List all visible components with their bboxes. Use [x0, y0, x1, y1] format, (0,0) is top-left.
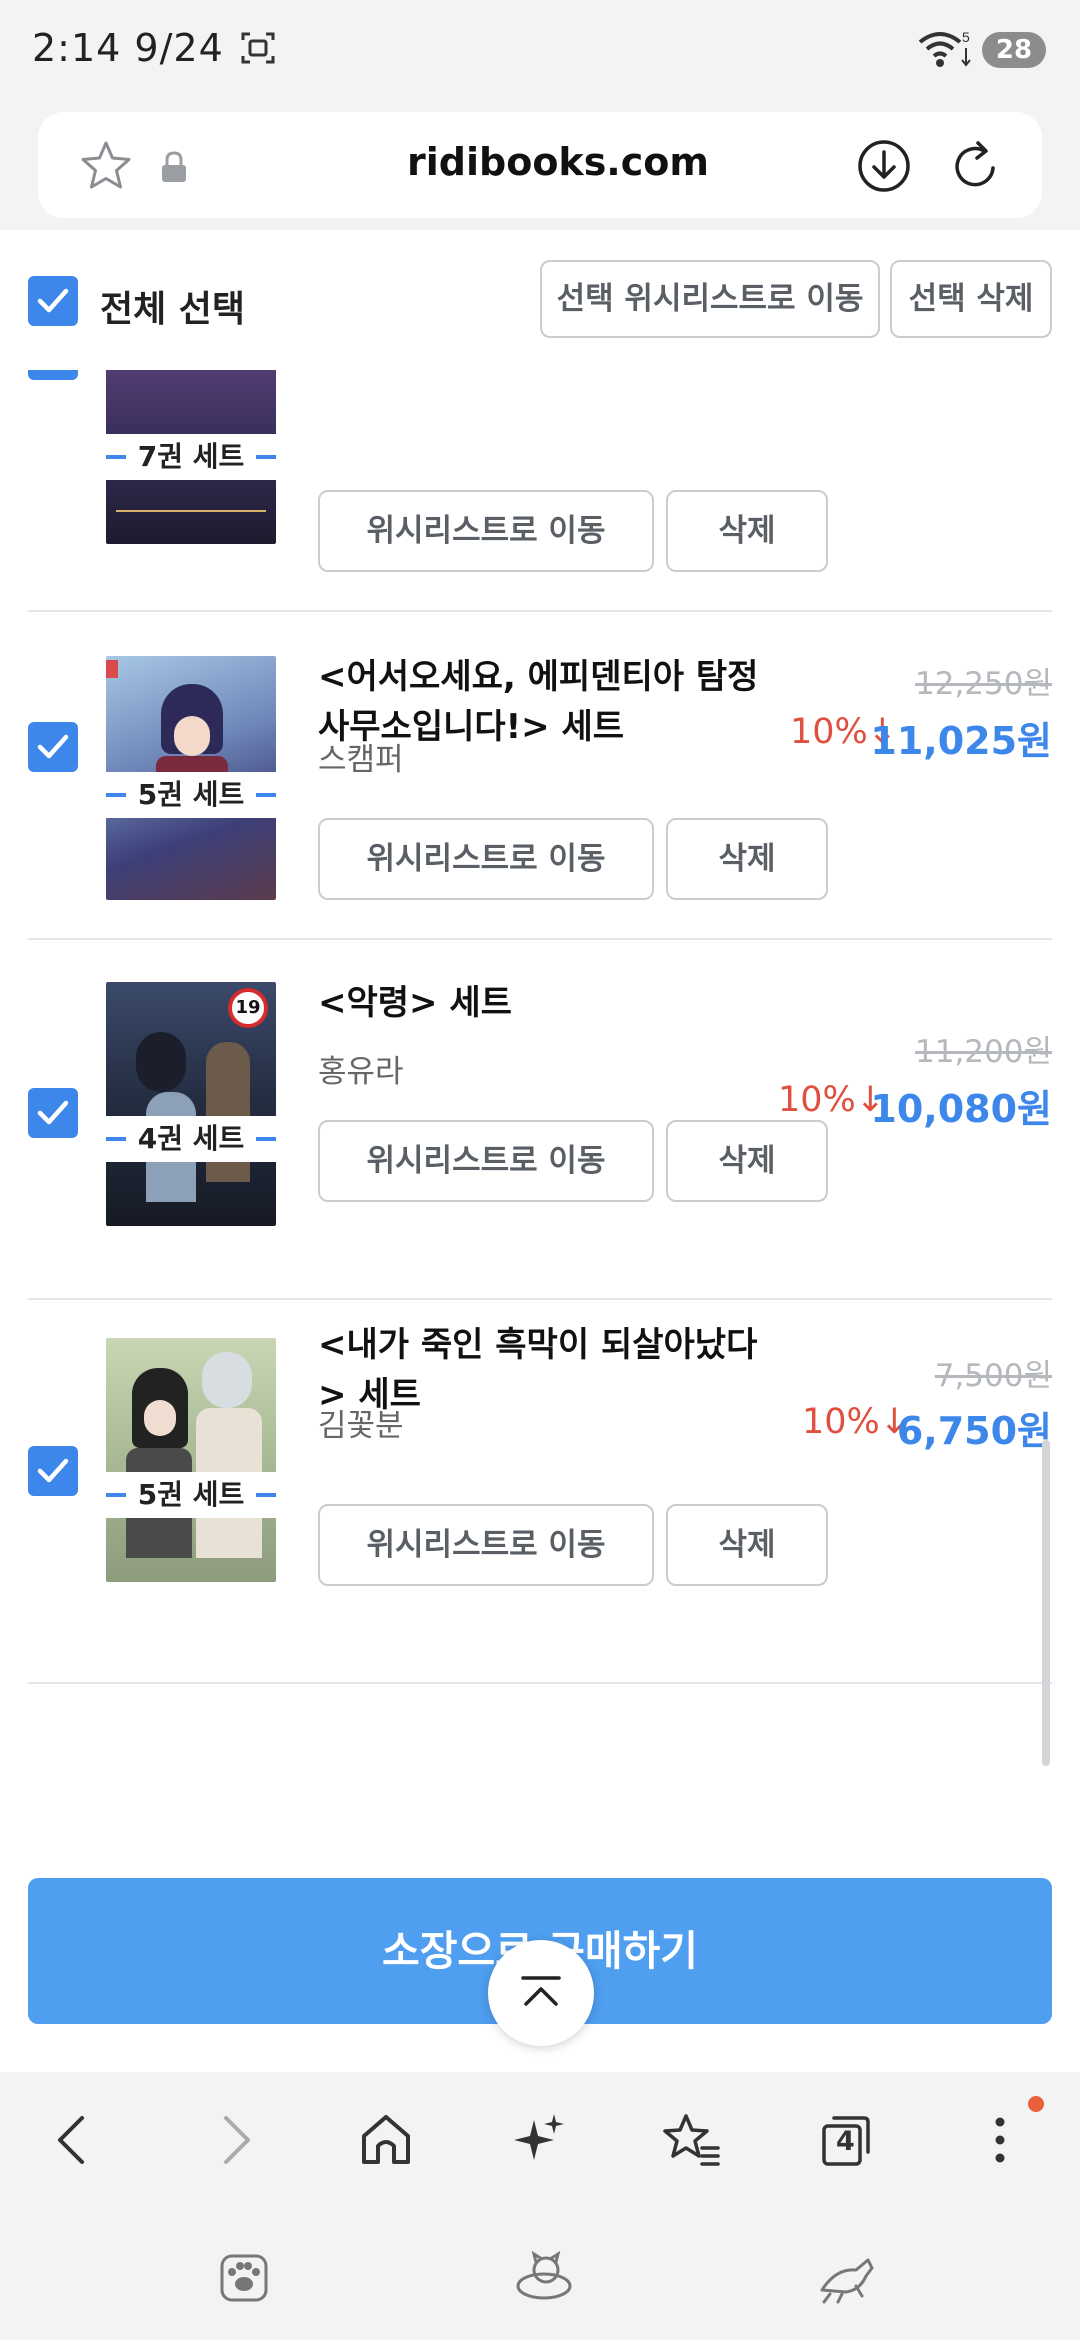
book-author[interactable]: 김꽃분 — [318, 1400, 404, 1445]
set-badge: 4권 세트 — [106, 1116, 276, 1162]
sale-price: 6,750원 — [896, 1409, 1052, 1453]
select-all-checkbox[interactable] — [28, 276, 78, 326]
divider — [28, 1682, 1052, 1684]
bookmark-star-icon[interactable] — [78, 138, 134, 194]
item-checkbox[interactable] — [28, 1446, 78, 1496]
cart-item: 19 4권 세트 <악령> 세트 홍유라 11,200원 10%↓ 10,080… — [0, 940, 1080, 1300]
check-icon — [37, 288, 69, 313]
age-rating-badge: 19 — [228, 988, 268, 1028]
bookmarks-icon[interactable] — [662, 2110, 722, 2170]
lock-icon — [162, 151, 186, 182]
paw-icon[interactable] — [212, 2246, 276, 2306]
delete-button[interactable]: 삭제 — [666, 1504, 828, 1586]
wifi-icon: 5 — [918, 29, 971, 67]
scroll-to-top-button[interactable] — [488, 1940, 594, 2046]
more-menu-icon[interactable] — [970, 2110, 1030, 2170]
move-to-wishlist-button[interactable]: 위시리스트로 이동 — [318, 490, 654, 572]
home-icon[interactable] — [356, 2110, 416, 2170]
running-cat-icon[interactable] — [816, 2246, 880, 2306]
browser-address-area: ridibooks.com — [0, 100, 1080, 230]
cart-item: 5권 세트 <내가 죽인 흑막이 되살아났다> 세트 김꽃분 7,500원 10… — [0, 1298, 1080, 1684]
check-icon — [37, 1458, 69, 1483]
book-title[interactable]: <악령> 세트 — [318, 978, 788, 1028]
discount-rate: 10%↓ — [802, 1402, 910, 1442]
set-badge: 5권 세트 — [106, 1472, 276, 1518]
check-icon — [37, 734, 69, 759]
book-author[interactable]: 스캠퍼 — [318, 734, 404, 779]
wifi-badge: 5 — [962, 29, 970, 45]
cart-item: 7권 세트 위시리스트로 이동 삭제 — [0, 370, 1080, 612]
move-selected-to-wishlist-button[interactable]: 선택 위시리스트로 이동 — [540, 260, 880, 338]
status-time: 2:14 9/24 — [32, 26, 224, 70]
delete-button[interactable]: 삭제 — [666, 490, 828, 572]
item-checkbox[interactable] — [28, 1088, 78, 1138]
item-checkbox[interactable] — [28, 722, 78, 772]
reload-icon[interactable] — [948, 138, 1004, 194]
cart-list: 7권 세트 위시리스트로 이동 삭제 5권 세트 <어서오세요, 에피덴티아 탐… — [0, 370, 1080, 1700]
move-to-wishlist-button[interactable]: 위시리스트로 이동 — [318, 1120, 654, 1202]
delete-selected-button[interactable]: 선택 삭제 — [890, 260, 1052, 338]
select-all-bar: 전체 선택 선택 위시리스트로 이동 선택 삭제 — [0, 230, 1080, 370]
sale-price: 11,025원 — [870, 719, 1052, 763]
tab-count: 4 — [836, 2126, 855, 2157]
original-price: 11,200원 — [915, 1034, 1052, 1070]
url-text[interactable]: ridibooks.com — [218, 140, 898, 184]
download-icon[interactable] — [856, 138, 912, 194]
sleeping-cat-icon[interactable] — [512, 2246, 576, 2306]
delete-button[interactable]: 삭제 — [666, 1120, 828, 1202]
book-cover[interactable]: 19 — [106, 982, 276, 1226]
scrollbar[interactable] — [1042, 1440, 1050, 1766]
screenshot-icon — [241, 32, 275, 64]
sparkle-icon[interactable] — [508, 2110, 568, 2170]
move-to-wishlist-button[interactable]: 위시리스트로 이동 — [318, 818, 654, 900]
book-author[interactable]: 홍유라 — [318, 1046, 404, 1091]
status-bar: 2:14 9/24 5 28 — [0, 0, 1080, 100]
move-to-wishlist-button[interactable]: 위시리스트로 이동 — [318, 1504, 654, 1586]
forward-icon[interactable] — [204, 2110, 264, 2170]
original-price: 12,250원 — [915, 666, 1052, 702]
browser-toolbar: 4 — [0, 2072, 1080, 2202]
delete-button[interactable]: 삭제 — [666, 818, 828, 900]
address-bar[interactable]: ridibooks.com — [38, 112, 1042, 218]
set-badge: 7권 세트 — [106, 434, 276, 480]
select-all-label: 전체 선택 — [100, 289, 246, 330]
back-icon[interactable] — [44, 2110, 104, 2170]
chevron-up-icon — [521, 1976, 561, 2006]
book-cover[interactable] — [106, 1338, 276, 1582]
battery-indicator: 28 — [982, 32, 1046, 68]
sale-price: 10,080원 — [870, 1087, 1052, 1131]
original-price: 7,500원 — [934, 1358, 1052, 1394]
discount-rate: 10%↓ — [778, 1080, 886, 1120]
set-badge: 5권 세트 — [106, 772, 276, 818]
notification-dot — [1028, 2096, 1044, 2112]
item-checkbox[interactable] — [28, 370, 78, 380]
system-nav-bar — [0, 2202, 1080, 2340]
check-icon — [37, 1100, 69, 1125]
